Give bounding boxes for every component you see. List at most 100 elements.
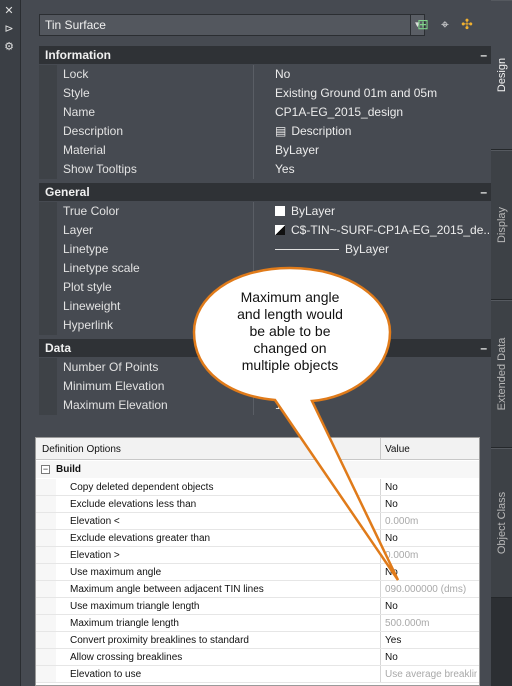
- prop-label: Style: [63, 86, 90, 100]
- quick-select-icon[interactable]: ✣: [458, 15, 476, 33]
- grid-row-value[interactable]: 0.000m: [385, 550, 477, 561]
- prop-row-linetype-scale[interactable]: Linetype scale: [39, 259, 499, 278]
- prop-label: Maximum Elevation: [63, 398, 168, 412]
- grid-row-value[interactable]: No: [385, 652, 477, 663]
- object-type-dropdown[interactable]: Tin Surface ▼: [39, 14, 425, 36]
- grid-row[interactable]: Use maximum angle No: [36, 564, 479, 581]
- description-icon: ▤: [275, 124, 287, 138]
- prop-row-lock[interactable]: Lock No: [39, 65, 499, 84]
- grid-row-label: Use maximum triangle length: [70, 601, 200, 612]
- grid-row-label: Elevation >: [70, 550, 120, 561]
- prop-label: Lock: [63, 67, 89, 81]
- grid-row-value[interactable]: 0.000m: [385, 516, 477, 527]
- collapse-icon[interactable]: –: [480, 339, 487, 357]
- prop-row-style[interactable]: Style Existing Ground 01m and 05m: [39, 84, 499, 103]
- collapse-tree-icon[interactable]: −: [41, 465, 50, 474]
- prop-value[interactable]: ByLayer: [275, 242, 497, 256]
- section-information-header[interactable]: Information –: [39, 46, 499, 64]
- grid-row-value[interactable]: Yes: [385, 635, 477, 646]
- auto-hide-icon[interactable]: ⊳: [3, 23, 15, 35]
- grid-category-build[interactable]: − Build: [36, 461, 479, 478]
- grid-row[interactable]: Maximum triangle length 500.000m: [36, 615, 479, 632]
- grid-row[interactable]: Exclude elevations less than No: [36, 496, 479, 513]
- prop-value[interactable]: Yes: [275, 162, 497, 176]
- definition-options-grid: Definition Options Value − Build Copy de…: [35, 437, 480, 686]
- tab-extended-data[interactable]: Extended Data: [491, 300, 512, 448]
- grid-row-label: Elevation to use: [70, 669, 142, 680]
- prop-row-minimum-elevation[interactable]: Minimum Elevation: [39, 377, 499, 396]
- prop-label: Minimum Elevation: [63, 379, 165, 393]
- col-header-definition-options[interactable]: Definition Options: [42, 444, 121, 455]
- prop-label: Material: [63, 143, 106, 157]
- prop-row-maximum-elevation[interactable]: Maximum Elevation 119. m: [39, 396, 499, 415]
- close-icon[interactable]: ✕: [3, 5, 15, 17]
- prop-row-linetype[interactable]: Linetype ByLayer: [39, 240, 499, 259]
- grid-row-label: Allow crossing breaklines: [70, 652, 183, 663]
- section-general-header[interactable]: General –: [39, 183, 499, 201]
- prop-value[interactable]: C$-TIN~-SURF-CP1A-EG_2015_de...: [275, 223, 497, 237]
- col-header-value[interactable]: Value: [385, 444, 410, 455]
- grid-row-value[interactable]: No: [385, 567, 477, 578]
- grid-row-value[interactable]: No: [385, 601, 477, 612]
- prop-row-true-color[interactable]: True Color ByLayer: [39, 202, 499, 221]
- prop-row-material[interactable]: Material ByLayer: [39, 141, 499, 160]
- settings-icon[interactable]: ⚙: [3, 41, 15, 53]
- prop-row-description[interactable]: Description ▤ Description: [39, 122, 499, 141]
- grid-row-value[interactable]: No: [385, 482, 477, 493]
- color-swatch-icon: [275, 206, 285, 216]
- prop-label: Show Tooltips: [63, 162, 137, 176]
- description-text: Description: [291, 124, 352, 138]
- callout-line: be able to be: [249, 323, 331, 339]
- grid-row[interactable]: Elevation > 0.000m: [36, 547, 479, 564]
- grid-row[interactable]: Elevation to use Use average breaklin: [36, 666, 479, 683]
- section-data-title: Data: [45, 341, 72, 355]
- grid-row-label: Use maximum angle: [70, 567, 162, 578]
- grid-row[interactable]: Elevation < 0.000m: [36, 513, 479, 530]
- layer-color-icon: [275, 225, 285, 235]
- linetype-pattern-icon: [275, 249, 339, 250]
- prop-value[interactable]: ▤ Description: [275, 124, 497, 138]
- select-objects-icon[interactable]: ⌖: [436, 15, 454, 33]
- tab-object-class[interactable]: Object Class: [491, 448, 512, 598]
- callout-line: Maximum angle: [240, 289, 340, 305]
- grid-row[interactable]: Allow crossing breaklines No: [36, 649, 479, 666]
- prop-row-show-tooltips[interactable]: Show Tooltips Yes: [39, 160, 499, 179]
- linetype-text: ByLayer: [345, 242, 390, 256]
- prop-value[interactable]: No: [275, 67, 497, 81]
- grid-row-label: Maximum angle between adjacent TIN lines: [70, 584, 264, 595]
- grid-row[interactable]: Convert proximity breaklines to standard…: [36, 632, 479, 649]
- collapse-icon[interactable]: –: [480, 183, 487, 201]
- left-strip: ✕ ⊳ ⚙ ES: [0, 0, 21, 686]
- collapse-icon[interactable]: –: [480, 46, 487, 64]
- prop-row-layer[interactable]: Layer C$-TIN~-SURF-CP1A-EG_2015_de...: [39, 221, 499, 240]
- prop-value[interactable]: CP1A-EG_2015_design: [275, 105, 497, 119]
- grid-row[interactable]: Maximum angle between adjacent TIN lines…: [36, 581, 479, 598]
- callout-text: Maximum angle and length would be able t…: [204, 289, 376, 374]
- tab-label: Display: [495, 206, 508, 244]
- prop-value[interactable]: Existing Ground 01m and 05m: [275, 86, 497, 100]
- tab-display[interactable]: Display: [491, 150, 512, 300]
- callout-line: multiple objects: [241, 357, 339, 373]
- grid-row-label: Maximum triangle length: [70, 618, 179, 629]
- grid-row-value[interactable]: Use average breaklin: [385, 669, 477, 680]
- tab-design[interactable]: Design: [491, 0, 512, 150]
- prop-value[interactable]: ByLayer: [275, 143, 497, 157]
- prop-row-name[interactable]: Name CP1A-EG_2015_design: [39, 103, 499, 122]
- callout-line: changed on: [253, 340, 327, 356]
- prop-label: Linetype scale: [63, 261, 140, 275]
- tab-label: Extended Data: [495, 337, 508, 411]
- grid-row-label: Convert proximity breaklines to standard: [70, 635, 249, 646]
- prop-value[interactable]: ByLayer: [275, 204, 497, 218]
- grid-row-value[interactable]: No: [385, 499, 477, 510]
- layer-text: C$-TIN~-SURF-CP1A-EG_2015_de...: [291, 223, 494, 237]
- grid-row[interactable]: Copy deleted dependent objects No: [36, 479, 479, 496]
- grid-row[interactable]: Use maximum triangle length No: [36, 598, 479, 615]
- category-label: Build: [56, 464, 81, 475]
- grid-row-label: Copy deleted dependent objects: [70, 482, 214, 493]
- grid-row[interactable]: Exclude elevations greater than No: [36, 530, 479, 547]
- grid-row-value[interactable]: 500.000m: [385, 618, 477, 629]
- prop-label: True Color: [63, 204, 120, 218]
- toggle-pickadd-icon[interactable]: ⊞: [414, 15, 432, 33]
- grid-row-value[interactable]: No: [385, 533, 477, 544]
- grid-row-value[interactable]: 090.000000 (dms): [385, 584, 477, 595]
